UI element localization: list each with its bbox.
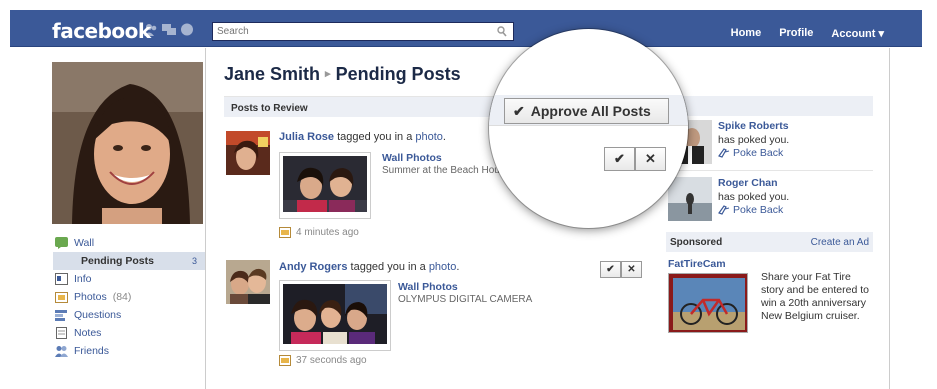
info-icon: [55, 273, 68, 285]
post-action-text: tagged you in a: [347, 261, 429, 273]
magnified-approve-reject-buttons: ✔ ✕: [604, 147, 666, 171]
attachment-album-link[interactable]: Wall Photos: [382, 152, 442, 164]
nav-info[interactable]: Info: [55, 270, 205, 288]
post-headline: Andy Rogers tagged you in a photo.: [279, 261, 459, 273]
profile-left-nav: Wall Pending Posts 3 Info Photos (84) Qu…: [53, 234, 205, 360]
page-title: Jane Smith ▸ Pending Posts: [224, 64, 461, 85]
poke-hand-icon: [718, 148, 730, 158]
notification-jewels: [144, 23, 194, 36]
pokes-header: es: [666, 96, 873, 116]
reject-post-button[interactable]: ✕: [621, 261, 642, 278]
nav-photos-label: Photos: [74, 291, 107, 303]
friends-icon: [55, 346, 68, 357]
pending-count-badge: 3: [191, 256, 197, 266]
search-input[interactable]: [213, 23, 483, 40]
nav-info-label: Info: [74, 273, 92, 285]
questions-icon: [55, 310, 67, 321]
divider: [668, 170, 873, 171]
nav-pending-posts-label: Pending Posts: [81, 255, 154, 267]
magnified-divider: [489, 125, 688, 126]
sponsored-header: Sponsored Create an Ad: [666, 232, 873, 252]
account-menu[interactable]: Account ▾: [831, 27, 884, 40]
attachment-photo[interactable]: [279, 280, 391, 351]
photo-post-icon: [279, 355, 291, 366]
nav-friends-label: Friends: [74, 345, 110, 357]
profile-name-link[interactable]: Jane Smith: [224, 64, 320, 84]
post-punct: .: [456, 261, 460, 273]
nav-photos[interactable]: Photos (84): [55, 288, 205, 306]
nav-wall[interactable]: Wall: [55, 234, 205, 252]
poker-name-link[interactable]: Spike Roberts: [718, 120, 789, 132]
home-link[interactable]: Home: [731, 27, 762, 40]
nav-pending-posts[interactable]: Pending Posts 3: [53, 252, 205, 270]
post-author-link[interactable]: Andy Rogers: [279, 261, 347, 273]
post-punct: .: [442, 131, 446, 143]
wall-icon: [55, 237, 68, 249]
post-headline: Julia Rose tagged you in a photo.: [279, 131, 446, 143]
nav-questions[interactable]: Questions: [55, 306, 205, 324]
breadcrumb-arrow: ▸: [325, 68, 331, 80]
top-nav: Home Profile Account ▾: [731, 27, 884, 40]
post-author-avatar[interactable]: [226, 260, 270, 304]
poker-name-link[interactable]: Roger Chan: [718, 177, 778, 189]
poke-text: has poked you.: [718, 134, 790, 146]
post-time-text: 37 seconds ago: [296, 355, 367, 366]
ad-body-text: Share your Fat Tire story and be entered…: [761, 271, 869, 322]
page-title-text: Pending Posts: [335, 64, 461, 84]
photo-post-icon: [279, 227, 291, 238]
attachment-photo[interactable]: [279, 152, 371, 219]
profile-link[interactable]: Profile: [779, 27, 813, 40]
sponsored-label: Sponsored: [670, 237, 723, 248]
nav-friends[interactable]: Friends: [55, 342, 205, 360]
poker-avatar[interactable]: [668, 177, 712, 221]
approve-all-posts-button[interactable]: ✔ Approve All Posts: [504, 98, 669, 124]
post-object-link[interactable]: photo: [429, 261, 457, 273]
attachment-album-link[interactable]: Wall Photos: [398, 281, 458, 293]
post-timestamp: 4 minutes ago: [279, 227, 359, 238]
poke-back-link[interactable]: Poke Back: [718, 147, 783, 159]
nav-wall-label: Wall: [74, 237, 95, 249]
attachment-caption: OLYMPUS DIGITAL CAMERA: [398, 294, 533, 305]
attachment-caption: Summer at the Beach Hou: [382, 165, 500, 176]
post-author-link[interactable]: Julia Rose: [279, 131, 334, 143]
zoom-magnifier-callout: ✔ Approve All Posts ✔ ✕: [489, 29, 688, 228]
poke-back-label: Poke Back: [733, 147, 784, 159]
post-timestamp: 37 seconds ago: [279, 355, 367, 366]
nav-notes-label: Notes: [74, 327, 102, 339]
profile-picture[interactable]: [52, 62, 203, 224]
messages-icon[interactable]: [162, 23, 176, 36]
reject-post-button[interactable]: ✕: [635, 147, 666, 171]
create-ad-link[interactable]: Create an Ad: [811, 237, 869, 248]
search-box[interactable]: [212, 22, 514, 41]
poke-text: has poked you.: [718, 191, 790, 203]
ad-title-link[interactable]: FatTireCam: [668, 258, 726, 270]
post-object-link[interactable]: photo: [415, 131, 443, 143]
approve-post-button[interactable]: ✔: [604, 147, 635, 171]
poke-item: Spike Roberts has poked you. Poke Back: [668, 120, 873, 166]
photos-icon: [55, 292, 68, 303]
nav-notes[interactable]: Notes: [55, 324, 205, 342]
friend-requests-icon[interactable]: [144, 23, 158, 36]
notifications-globe-icon[interactable]: [180, 23, 194, 36]
poke-back-label: Poke Back: [733, 204, 784, 216]
post-author-avatar[interactable]: [226, 131, 270, 175]
post-action-text: tagged you in a: [334, 131, 416, 143]
checkmark-icon: ✔: [513, 102, 525, 119]
approve-all-label: Approve All Posts: [530, 103, 651, 119]
notes-icon: [56, 327, 67, 339]
photos-count: (84): [112, 291, 132, 303]
ad-image[interactable]: [668, 273, 748, 333]
poke-hand-icon: [718, 205, 730, 215]
poke-back-link[interactable]: Poke Back: [718, 204, 783, 216]
facebook-logo[interactable]: facebook: [52, 19, 151, 43]
post-approve-reject-buttons: ✔ ✕: [600, 261, 642, 278]
top-bar: facebook Home Profile Account ▾: [10, 10, 922, 47]
approve-post-button[interactable]: ✔: [600, 261, 621, 278]
nav-questions-label: Questions: [74, 309, 122, 321]
search-icon[interactable]: [497, 26, 507, 37]
poke-item: Roger Chan has poked you. Poke Back: [668, 177, 873, 223]
post-time-text: 4 minutes ago: [296, 227, 359, 238]
